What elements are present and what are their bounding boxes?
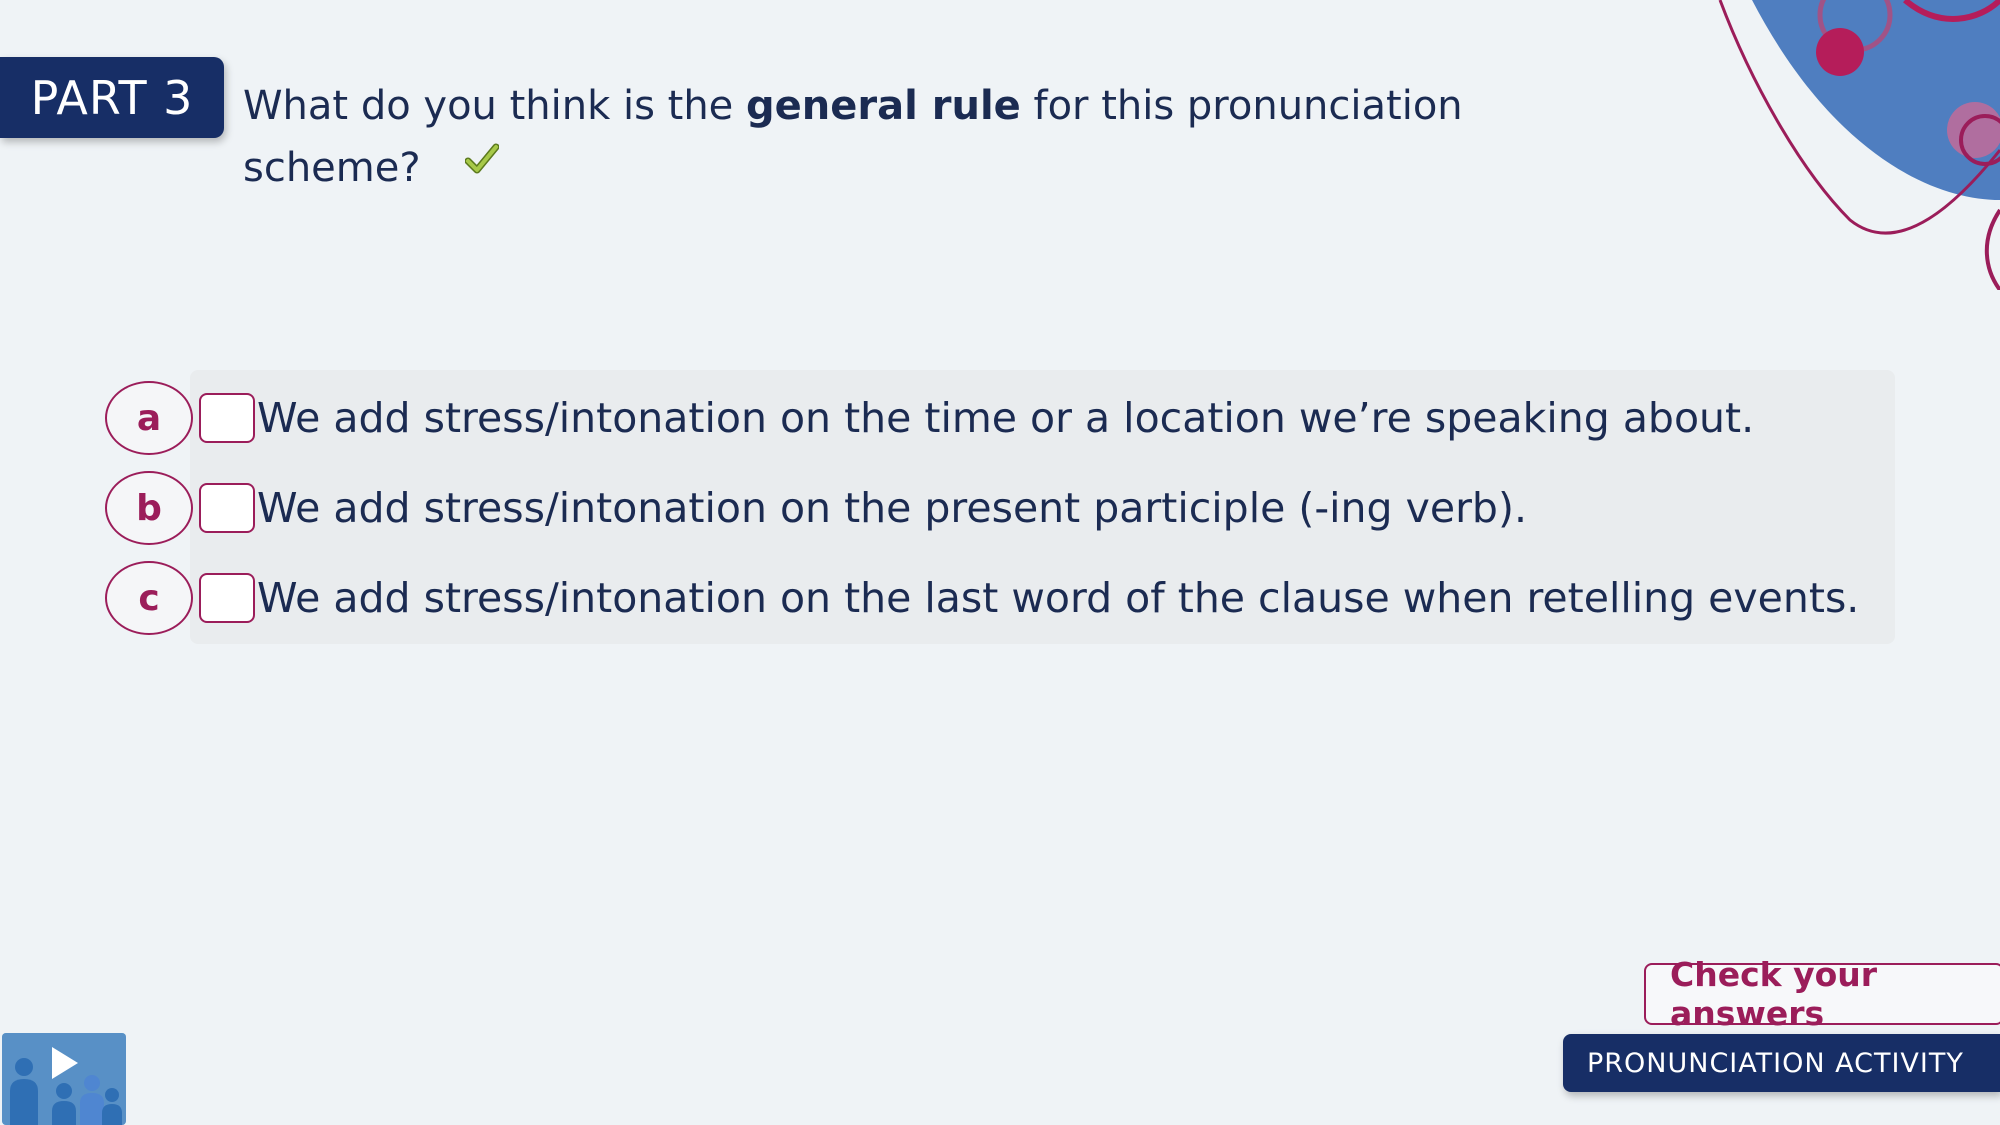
question-prefix: What do you think is the <box>243 83 747 129</box>
option-letter: c <box>105 561 193 635</box>
question-text: What do you think is the general rule fo… <box>243 75 1493 199</box>
part-badge: PART 3 <box>0 57 224 138</box>
option-checkbox[interactable] <box>199 573 255 623</box>
part-badge-label: PART 3 <box>30 70 194 125</box>
activity-tag-label: PRONUNCIATION ACTIVITY <box>1587 1047 1964 1079</box>
group-video-icon[interactable] <box>2 1033 126 1125</box>
pronunciation-activity-tag: PRONUNCIATION ACTIVITY <box>1563 1034 2000 1092</box>
option-text: We add stress/intonation on the last wor… <box>257 574 1860 622</box>
option-checkbox[interactable] <box>199 483 255 533</box>
question-bold: general rule <box>746 83 1021 129</box>
decorative-circles <box>1718 0 2000 290</box>
checkmark-icon <box>465 143 500 174</box>
check-answers-label: Check your answers <box>1670 955 1878 1033</box>
check-answers-button[interactable]: Check your answers <box>1644 955 2000 1033</box>
option-letter: b <box>105 471 193 545</box>
option-text: We add stress/intonation on the time or … <box>257 394 1755 442</box>
option-text: We add stress/intonation on the present … <box>257 484 1527 532</box>
option-letter: a <box>105 381 193 455</box>
option-checkbox[interactable] <box>199 393 255 443</box>
